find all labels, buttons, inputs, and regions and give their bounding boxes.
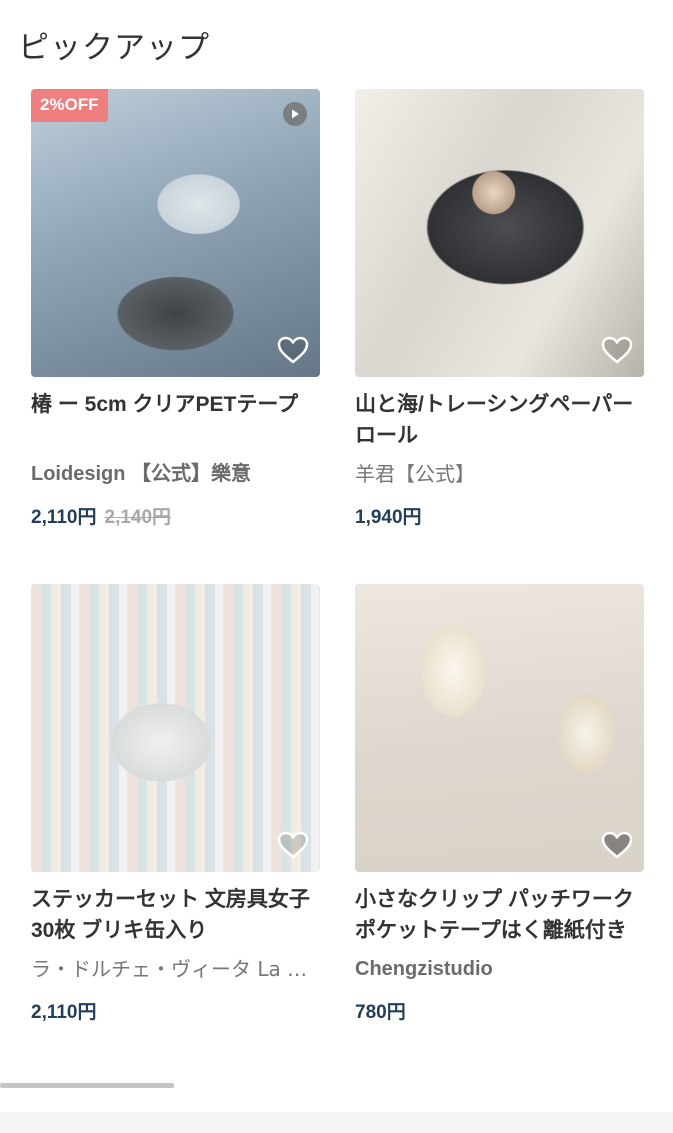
price-row: 780円 — [355, 1000, 644, 1026]
product-name[interactable]: 小さなクリップ パッチワーク ポケットテープはく離紙付き — [355, 884, 644, 946]
discount-badge: 2%OFF — [31, 89, 108, 122]
product-image[interactable]: 2%OFF — [31, 89, 320, 377]
heart-icon[interactable] — [600, 830, 634, 860]
product-name[interactable]: ステッカーセット 文房具女子 30枚 ブリキ缶入り — [31, 884, 320, 946]
section-divider — [0, 1112, 673, 1133]
heart-icon[interactable] — [276, 830, 310, 860]
shop-name[interactable]: 羊君【公式】 — [355, 460, 644, 488]
product-image[interactable] — [355, 584, 644, 872]
price: 2,110円 — [31, 507, 97, 528]
product-card[interactable]: 山と海/トレーシングペーパーロール 羊君【公式】 1,940円 — [355, 89, 644, 531]
price-row: 2,110円 — [31, 1000, 320, 1026]
product-card[interactable]: 2%OFF 椿 ー 5cm クリアPETテープ Loidesign 【公式】樂意… — [31, 89, 320, 531]
product-image[interactable] — [31, 584, 320, 872]
original-price: 2,140円 — [104, 507, 172, 528]
price: 2,110円 — [31, 1002, 97, 1023]
product-image[interactable] — [355, 89, 644, 377]
heart-icon[interactable] — [276, 335, 310, 365]
section-title: ピックアップ — [18, 30, 210, 66]
product-card[interactable]: ステッカーセット 文房具女子 30枚 ブリキ缶入り ラ・ドルチェ・ヴィータ La… — [31, 584, 320, 1026]
price: 780円 — [355, 1002, 406, 1023]
price: 1,940円 — [355, 507, 422, 528]
shop-name[interactable]: ラ・ドルチェ・ヴィータ La Dolce Vita — [31, 955, 320, 983]
shop-name[interactable]: Loidesign 【公式】樂意 — [31, 460, 320, 488]
price-row: 2,110円 2,140円 — [31, 505, 320, 531]
product-name[interactable]: 山と海/トレーシングペーパーロール — [355, 389, 644, 451]
horizontal-scrollbar[interactable] — [0, 1083, 174, 1088]
heart-icon[interactable] — [600, 335, 634, 365]
shop-name[interactable]: Chengzistudio — [355, 955, 644, 983]
price-row: 1,940円 — [355, 505, 644, 531]
product-name[interactable]: 椿 ー 5cm クリアPETテープ — [31, 389, 320, 451]
play-icon[interactable] — [283, 102, 307, 126]
product-card[interactable]: 小さなクリップ パッチワーク ポケットテープはく離紙付き Chengzistud… — [355, 584, 644, 1026]
